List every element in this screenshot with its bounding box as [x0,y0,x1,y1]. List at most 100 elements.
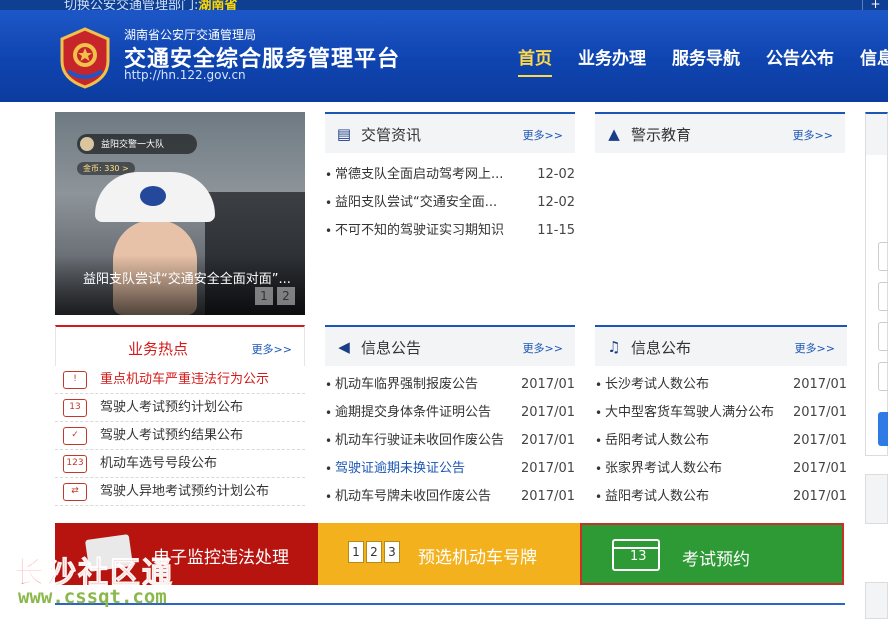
login-input[interactable] [878,282,888,311]
list-item-text: 长沙考试人数公布 [605,377,710,392]
list-item[interactable]: 机动车号牌未收回作废公告 2017/01 [325,483,575,511]
warning-panel-title: 警示教育 [631,126,692,144]
list-item[interactable]: 长沙考试人数公布 2017/01 [595,371,847,399]
list-item[interactable]: 逾期提交身体条件证明公告 2017/01 [325,399,575,427]
plate-digit-icon: 2 [366,541,382,563]
hotspot-more-link[interactable]: 更多>> [252,341,292,357]
calendar-number: 13 [630,549,647,564]
list-item-text: 驾驶人考试预约结果公布 [100,428,244,443]
plate-digit-icon: 3 [384,541,400,563]
list-item-text: 机动车选号号段公布 [100,456,218,471]
login-box-header [866,114,887,155]
slider-page-1[interactable]: 1 [255,287,273,305]
news-slider[interactable]: 益阳交警一大队 金币: 330 > 益阳支队尝试“交通安全全面对面”... 1 … [55,112,305,315]
list-item-date: 12-02 [537,167,575,182]
announcement-panel: ◀ 信息公告 更多>> 机动车临界强制报废公告 2017/01 逾期提交身体条件证… [325,325,575,511]
list-item-text: 益阳支队尝试“交通安全面... [335,195,498,210]
announcement-panel-header: ◀ 信息公告 更多>> [325,325,575,366]
slider-caption[interactable]: 益阳支队尝试“交通安全全面对面”... [55,255,305,315]
list-item[interactable]: 大中型客货车驾驶人满分公布 2017/01 [595,399,847,427]
list-item-date: 2017/01 [792,461,847,476]
list-item[interactable]: 张家界考试人数公布 2017/01 [595,455,847,483]
login-input[interactable] [878,242,888,271]
slider-caption-text: 益阳支队尝试“交通安全全面对面”... [83,272,291,287]
list-item-text: 益阳考试人数公布 [605,489,710,504]
list-item-date: 2017/01 [520,377,575,392]
warning-icon: ▲ [608,125,620,143]
watermark-url: www.cssqt.com [18,586,167,608]
list-item-text: 机动车号牌未收回作废公告 [335,489,492,504]
announcement-panel-title: 信息公告 [361,339,422,357]
region-name[interactable]: 湖南省 [198,0,237,10]
list-item-date: 2017/01 [520,433,575,448]
list-item[interactable]: 机动车临界强制报废公告 2017/01 [325,371,575,399]
list-item-text: 驾驶证逾期未换证公告 [335,461,466,476]
login-input[interactable] [878,362,888,391]
list-item-date: 11-15 [537,223,575,238]
nav-home[interactable]: 首页 [518,44,552,77]
service-plate-selection[interactable]: 1 2 3 预选机动车号牌 [318,523,580,585]
driver-transfer-icon: ⇄ [63,483,87,501]
list-item-text: 张家界考试人数公布 [605,461,723,476]
list-item-text: 机动车临界强制报废公告 [335,377,479,392]
list-item-text: 不可不知的驾驶证实习期知识 [335,223,505,238]
list-item[interactable]: 123 机动车选号号段公布 [55,450,305,478]
plus-button[interactable]: + [862,0,888,10]
list-item[interactable]: 益阳支队尝试“交通安全面... 12-02 [325,189,575,217]
list-item-text: 大中型客货车驾驶人满分公布 [605,405,775,420]
list-item-text: 岳阳考试人数公布 [605,433,710,448]
slider-page-2[interactable]: 2 [277,287,295,305]
live-badge: 益阳交警一大队 [77,134,197,154]
list-item[interactable]: ! 重点机动车严重违法行为公示 [55,366,305,394]
live-name: 益阳交警一大队 [101,140,165,150]
list-item-text: 驾驶人异地考试预约计划公布 [100,484,270,499]
right-sidebar [865,112,888,619]
warning-panel-header: ▲ 警示教育 更多>> [595,112,845,153]
login-input[interactable] [878,322,888,351]
service-label: 考试预约 [682,550,750,570]
nav-business[interactable]: 业务办理 [578,44,646,69]
plate-number-icon: 123 [63,455,87,473]
list-item-date: 2017/01 [792,433,847,448]
list-item[interactable]: 岳阳考试人数公布 2017/01 [595,427,847,455]
calendar-13-icon: 13 [63,399,87,417]
list-item[interactable]: 机动车行驶证未收回作废公告 2017/01 [325,427,575,455]
sidebar-box [865,474,888,524]
announcement-more-link[interactable]: 更多>> [523,340,563,356]
warning-car-icon: ! [63,371,87,389]
list-item-date: 2017/01 [792,377,847,392]
region-switch[interactable]: 切换公安交通管理部门:湖南省 [64,0,237,10]
megaphone-icon: ◀ [338,338,350,356]
service-exam-booking[interactable]: 13 考试预约 [580,523,844,585]
news-icon: ▤ [336,125,352,143]
site-url: http://hn.122.gov.cn [124,68,246,82]
site-header: 湖南省公安厅交通管理局 交通安全综合服务管理平台 http://hn.122.g… [0,10,888,102]
news-panel: ▤ 交管资讯 更多>> 常德支队全面启动驾考网上... 12-02 益阳支队尝试“… [325,112,575,245]
list-item[interactable]: 益阳考试人数公布 2017/01 [595,483,847,511]
bottom-divider [55,603,845,605]
publication-more-link[interactable]: 更多>> [795,340,835,356]
list-item-date: 2017/01 [792,489,847,504]
plate-digit-icon: 1 [348,541,364,563]
nav-service-guide[interactable]: 服务导航 [672,44,740,69]
list-item[interactable]: ⇄ 驾驶人异地考试预约计划公布 [55,478,305,506]
calendar-check-icon: ✓ [63,427,87,445]
warning-more-link[interactable]: 更多>> [793,127,833,143]
nav-announcements[interactable]: 公告公布 [766,44,834,69]
warning-panel: ▲ 警示教育 更多>> [595,112,845,153]
list-item[interactable]: 不可不知的驾驶证实习期知识 11-15 [325,217,575,245]
nav-info[interactable]: 信息 [860,44,888,69]
hotspot-panel-header: 业务热点 更多>> [55,325,305,366]
news-more-link[interactable]: 更多>> [523,127,563,143]
region-switch-label: 切换公安交通管理部门: [64,0,199,10]
list-item[interactable]: 驾驶证逾期未换证公告 2017/01 [325,455,575,483]
slider-pager: 1 2 [251,287,295,305]
list-item[interactable]: 13 驾驶人考试预约计划公布 [55,394,305,422]
hotspot-panel: 业务热点 更多>> ! 重点机动车严重违法行为公示 13 驾驶人考试预约计划公布 ✓… [55,325,305,506]
login-button[interactable] [878,412,888,446]
police-emblem-icon [60,27,110,89]
list-item-text: 重点机动车严重违法行为公示 [100,372,270,387]
list-item[interactable]: 常德支队全面启动驾考网上... 12-02 [325,161,575,189]
list-item[interactable]: ✓ 驾驶人考试预约结果公布 [55,422,305,450]
list-item-date: 2017/01 [520,461,575,476]
